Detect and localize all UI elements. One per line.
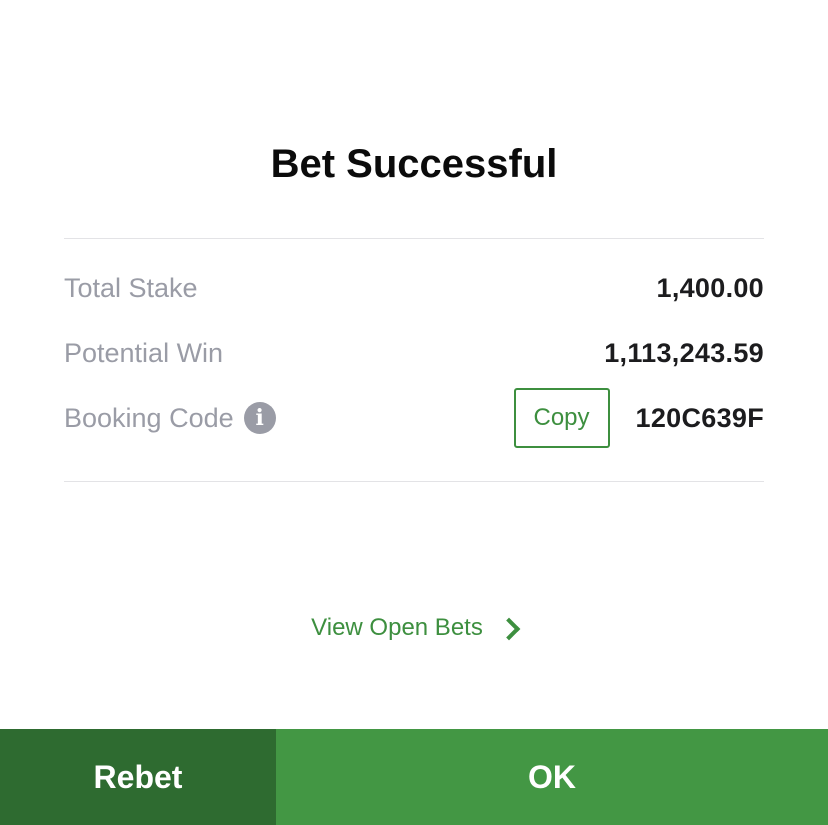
bottom-divider: [64, 481, 764, 482]
total-stake-value: 1,400.00: [656, 272, 764, 303]
footer-actions: Rebet OK: [0, 729, 828, 825]
rebet-button[interactable]: Rebet: [0, 729, 276, 825]
info-icon[interactable]: i: [243, 402, 276, 434]
booking-code-actions: Copy 120C639F: [513, 388, 765, 448]
bet-success-sheet: Bet Successful Total Stake 1,400.00 Pote…: [0, 0, 828, 825]
ok-button[interactable]: OK: [276, 729, 828, 825]
copy-button[interactable]: Copy: [513, 388, 610, 448]
potential-win-value: 1,113,243.59: [604, 337, 764, 368]
total-stake-row: Total Stake 1,400.00: [64, 268, 764, 308]
dialog-title: Bet Successful: [270, 142, 558, 186]
potential-win-label: Potential Win: [64, 337, 224, 368]
booking-code-label-group: Booking Code i: [64, 402, 276, 434]
booking-code-row: Booking Code i Copy 120C639F: [64, 388, 764, 448]
total-stake-label: Total Stake: [64, 272, 198, 303]
view-open-bets-link[interactable]: View Open Bets: [0, 614, 828, 642]
potential-win-row: Potential Win 1,113,243.59: [64, 333, 764, 373]
view-open-bets-label: View Open Bets: [311, 614, 483, 641]
booking-code-label: Booking Code: [64, 402, 234, 433]
top-divider: [64, 238, 764, 239]
booking-code-value: 120C639F: [635, 402, 764, 433]
chevron-right-icon: [497, 617, 521, 641]
